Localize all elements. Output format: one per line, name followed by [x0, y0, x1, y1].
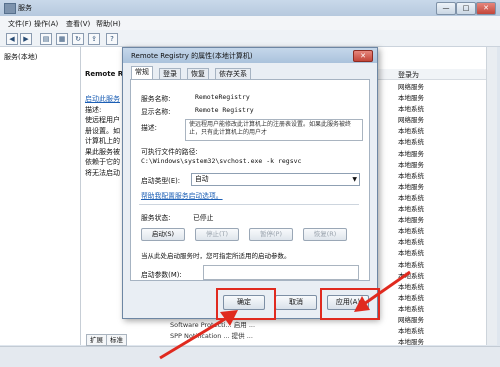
desc-line: 果此服务被	[85, 147, 120, 156]
menu-bar: 文件(F) 操作(A) 查看(V) 帮助(H)	[0, 16, 500, 31]
tab-recovery[interactable]: 恢复	[187, 68, 209, 79]
tab-dependencies[interactable]: 依存关系	[215, 68, 251, 79]
services-app-icon	[4, 3, 16, 14]
logon-cell[interactable]: 本地系统	[398, 326, 424, 337]
status-bar	[0, 346, 500, 367]
close-window-button[interactable]: ✕	[476, 2, 496, 15]
desc-line: 将无法启动	[85, 168, 120, 177]
logon-cell[interactable]: 网络服务	[398, 82, 424, 93]
menu-action[interactable]: 操作(A)	[34, 19, 58, 29]
logon-cell[interactable]: 本地系统	[398, 193, 424, 204]
refresh-icon[interactable]: ↻	[72, 33, 84, 45]
menu-help[interactable]: 帮助(H)	[96, 19, 121, 29]
desc-line: 使远程用户	[85, 116, 120, 124]
tab-logon[interactable]: 登录	[159, 68, 181, 79]
start-button[interactable]: 启动(S)	[141, 228, 185, 241]
service-status-value: 已停止	[193, 214, 214, 222]
export-icon[interactable]: ⇪	[88, 33, 100, 45]
logon-cell[interactable]: 本地服务	[398, 149, 424, 160]
logon-cell[interactable]: 本地系统	[398, 226, 424, 237]
help-icon[interactable]: ?	[106, 33, 118, 45]
minimize-button[interactable]: —	[436, 2, 456, 15]
dialog-titlebar: Remote Registry 的属性(本地计算机) ✕	[123, 48, 377, 63]
forward-icon[interactable]: ▶	[20, 33, 32, 45]
logon-cell[interactable]: 本地服务	[398, 93, 424, 104]
display-name-label: 显示名称:	[141, 108, 171, 116]
logon-cell[interactable]: 本地系统	[398, 248, 424, 259]
start-params-label: 启动参数(M):	[141, 271, 182, 279]
dialog-close-button[interactable]: ✕	[353, 50, 373, 62]
general-tab-panel: 服务名称: RemoteRegistry 显示名称: Remote Regist…	[130, 79, 370, 281]
startup-type-label: 启动类型(E):	[141, 177, 181, 185]
window-title: 服务	[18, 4, 32, 12]
start-params-hint: 当从此处启动服务时，您可指定所适用的启动参数。	[141, 252, 291, 260]
menu-file[interactable]: 文件(F)	[8, 19, 32, 29]
logon-cell[interactable]: 本地系统	[398, 171, 424, 182]
start-service-link[interactable]: 启动此服务	[85, 94, 120, 105]
desc-line: 册设置。如	[85, 126, 120, 135]
red-arrow-ok-icon	[159, 310, 238, 360]
description-textbox[interactable]: 使远程用户能修改此计算机上的注册表设置。如果此服务被终止，只有此计算机上的用户才	[185, 119, 363, 141]
tree-item-services-local[interactable]: 服务(本地)	[4, 52, 37, 62]
service-name-label: 服务名称:	[141, 95, 171, 103]
description-label: 描述:	[141, 124, 157, 132]
logon-cell[interactable]: 网络服务	[398, 115, 424, 126]
console-tree-icon[interactable]: ▤	[40, 33, 52, 45]
help-configure-link[interactable]: 帮助我配置服务启动选项。	[141, 190, 223, 200]
tab-extended[interactable]: 扩展	[86, 334, 107, 346]
logon-cell[interactable]: 本地系统	[398, 237, 424, 248]
pause-button[interactable]: 暂停(P)	[249, 228, 293, 241]
window-titlebar: 服务 — □ ✕	[0, 0, 500, 16]
desc-line: 描述:	[85, 105, 102, 114]
menu-view[interactable]: 查看(V)	[66, 19, 90, 29]
logon-cell[interactable]: 本地系统	[398, 104, 424, 115]
logon-cell[interactable]: 本地系统	[398, 137, 424, 148]
desc-line: 依赖于它的	[85, 158, 120, 166]
display-name-value: Remote Registry	[195, 106, 254, 114]
tab-standard[interactable]: 标准	[106, 334, 127, 346]
chevron-down-icon: ▼	[352, 176, 357, 183]
logon-cell[interactable]: 本地系统	[398, 126, 424, 137]
properties-icon[interactable]: ▦	[56, 33, 68, 45]
exe-path-value: C:\Windows\system32\svchost.exe -k regsv…	[141, 157, 302, 165]
selected-service-header: Remote R	[85, 70, 124, 78]
start-params-input[interactable]	[203, 265, 359, 280]
toolbar: ◀ ▶ ▤ ▦ ↻ ⇪ ?	[0, 30, 500, 47]
console-tree: 服务(本地)	[0, 47, 81, 345]
cancel-button[interactable]: 取消	[275, 295, 317, 310]
vertical-scrollbar[interactable]	[486, 47, 497, 345]
dialog-title: Remote Registry 的属性(本地计算机)	[131, 52, 253, 60]
divider	[139, 204, 359, 205]
service-description-panel: 启动此服务 描述: 使远程用户 册设置。如 计算机上的 果此服务被 依赖于它的 …	[85, 94, 120, 178]
tab-general[interactable]: 常规	[131, 66, 153, 79]
logon-cell[interactable]: 本地服务	[398, 160, 424, 171]
logon-cell[interactable]: 本地服务	[398, 182, 424, 193]
logon-cell[interactable]: 本地服务	[398, 215, 424, 226]
exe-path-label: 可执行文件的路径:	[141, 148, 198, 156]
red-arrow-apply-icon	[354, 270, 411, 312]
startup-type-value: 自动	[195, 175, 209, 183]
service-name-value: RemoteRegistry	[195, 93, 250, 101]
startup-type-select[interactable]: 自动 ▼	[191, 173, 360, 186]
logon-cell[interactable]: 本地系统	[398, 204, 424, 215]
service-status-label: 服务状态:	[141, 214, 171, 222]
column-header-logon[interactable]: 登录为	[376, 69, 486, 80]
stop-button[interactable]: 停止(T)	[195, 228, 239, 241]
maximize-button[interactable]: □	[456, 2, 476, 15]
resume-button[interactable]: 恢复(R)	[303, 228, 347, 241]
desc-line: 计算机上的	[85, 137, 120, 145]
column-header-label: 登录为	[398, 71, 419, 79]
back-icon[interactable]: ◀	[6, 33, 18, 45]
